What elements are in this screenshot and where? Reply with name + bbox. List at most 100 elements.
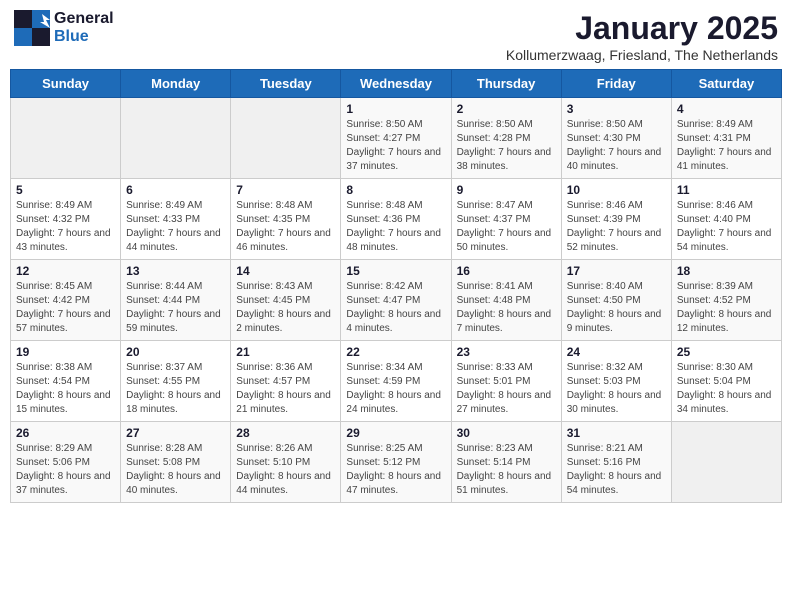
day-number: 22 xyxy=(346,345,445,359)
header-cell-tuesday: Tuesday xyxy=(231,70,341,98)
day-cell: 27 Sunrise: 8:28 AMSunset: 5:08 PMDayligh… xyxy=(121,422,231,503)
week-row-3: 12 Sunrise: 8:45 AMSunset: 4:42 PMDayligh… xyxy=(11,260,782,341)
day-cell: 20 Sunrise: 8:37 AMSunset: 4:55 PMDayligh… xyxy=(121,341,231,422)
day-info: Sunrise: 8:40 AMSunset: 4:50 PMDaylight:… xyxy=(567,280,666,336)
day-cell: 3 Sunrise: 8:50 AMSunset: 4:30 PMDaylight… xyxy=(561,98,671,179)
day-info: Sunrise: 8:50 AMSunset: 4:28 PMDaylight:… xyxy=(457,118,556,174)
day-info: Sunrise: 8:30 AMSunset: 5:04 PMDaylight:… xyxy=(677,361,776,417)
day-number: 17 xyxy=(567,264,666,278)
day-cell: 2 Sunrise: 8:50 AMSunset: 4:28 PMDaylight… xyxy=(451,98,561,179)
day-number: 9 xyxy=(457,183,556,197)
day-info: Sunrise: 8:32 AMSunset: 5:03 PMDaylight:… xyxy=(567,361,666,417)
day-number: 21 xyxy=(236,345,335,359)
day-cell xyxy=(121,98,231,179)
day-cell: 23Sunrise: 8:33 AMSunset: 5:01 PMDayligh… xyxy=(451,341,561,422)
day-info: Sunrise: 8:46 AMSunset: 4:40 PMDaylight:… xyxy=(677,199,776,255)
calendar-table: SundayMondayTuesdayWednesdayThursdayFrid… xyxy=(10,69,782,503)
page-header: General Blue January 2025 Kollumerzwaag,… xyxy=(10,10,782,63)
logo: General Blue xyxy=(14,10,114,46)
day-cell: 31 Sunrise: 8:21 AMSunset: 5:16 PMDayligh… xyxy=(561,422,671,503)
day-info: Sunrise: 8:48 AMSunset: 4:35 PMDaylight:… xyxy=(236,199,335,255)
day-info: Sunrise: 8:47 AMSunset: 4:37 PMDaylight:… xyxy=(457,199,556,255)
day-info: Sunrise: 8:45 AMSunset: 4:42 PMDaylight:… xyxy=(16,280,115,336)
day-info: Sunrise: 8:36 AMSunset: 4:57 PMDaylight:… xyxy=(236,361,335,417)
day-cell: 26Sunrise: 8:29 AMSunset: 5:06 PMDayligh… xyxy=(11,422,121,503)
day-cell: 21 Sunrise: 8:36 AMSunset: 4:57 PMDayligh… xyxy=(231,341,341,422)
location-subtitle: Kollumerzwaag, Friesland, The Netherland… xyxy=(506,47,778,63)
day-cell xyxy=(11,98,121,179)
day-number: 24 xyxy=(567,345,666,359)
day-info: Sunrise: 8:50 AMSunset: 4:27 PMDaylight:… xyxy=(346,118,445,174)
day-info: Sunrise: 8:34 AMSunset: 4:59 PMDaylight:… xyxy=(346,361,445,417)
day-info: Sunrise: 8:39 AMSunset: 4:52 PMDaylight:… xyxy=(677,280,776,336)
day-number: 6 xyxy=(126,183,225,197)
day-info: Sunrise: 8:48 AMSunset: 4:36 PMDaylight:… xyxy=(346,199,445,255)
day-info: Sunrise: 8:28 AMSunset: 5:08 PMDaylight:… xyxy=(126,442,225,498)
day-info: Sunrise: 8:21 AMSunset: 5:16 PMDaylight:… xyxy=(567,442,666,498)
day-info: Sunrise: 8:50 AMSunset: 4:30 PMDaylight:… xyxy=(567,118,666,174)
day-cell: 13Sunrise: 8:44 AMSunset: 4:44 PMDayligh… xyxy=(121,260,231,341)
day-cell: 4Sunrise: 8:49 AMSunset: 4:31 PMDaylight… xyxy=(671,98,781,179)
day-info: Sunrise: 8:49 AMSunset: 4:31 PMDaylight:… xyxy=(677,118,776,174)
day-number: 16 xyxy=(457,264,556,278)
day-number: 25 xyxy=(677,345,776,359)
calendar-body: 1Sunrise: 8:50 AMSunset: 4:27 PMDaylight… xyxy=(11,98,782,503)
day-info: Sunrise: 8:46 AMSunset: 4:39 PMDaylight:… xyxy=(567,199,666,255)
day-info: Sunrise: 8:37 AMSunset: 4:55 PMDaylight:… xyxy=(126,361,225,417)
logo-general: General xyxy=(54,10,114,28)
header-cell-friday: Friday xyxy=(561,70,671,98)
day-info: Sunrise: 8:23 AMSunset: 5:14 PMDaylight:… xyxy=(457,442,556,498)
day-cell: 11 Sunrise: 8:46 AMSunset: 4:40 PMDayligh… xyxy=(671,179,781,260)
day-number: 3 xyxy=(567,102,666,116)
day-info: Sunrise: 8:42 AMSunset: 4:47 PMDaylight:… xyxy=(346,280,445,336)
day-number: 2 xyxy=(457,102,556,116)
day-cell: 16 Sunrise: 8:41 AMSunset: 4:48 PMDayligh… xyxy=(451,260,561,341)
day-number: 11 xyxy=(677,183,776,197)
day-number: 20 xyxy=(126,345,225,359)
day-number: 7 xyxy=(236,183,335,197)
day-cell: 22 Sunrise: 8:34 AMSunset: 4:59 PMDayligh… xyxy=(341,341,451,422)
day-cell: 15Sunrise: 8:42 AMSunset: 4:47 PMDayligh… xyxy=(341,260,451,341)
title-block: January 2025 Kollumerzwaag, Friesland, T… xyxy=(506,10,778,63)
header-cell-saturday: Saturday xyxy=(671,70,781,98)
day-cell: 14Sunrise: 8:43 AMSunset: 4:45 PMDayligh… xyxy=(231,260,341,341)
day-info: Sunrise: 8:25 AMSunset: 5:12 PMDaylight:… xyxy=(346,442,445,498)
header-row: SundayMondayTuesdayWednesdayThursdayFrid… xyxy=(11,70,782,98)
day-cell: 24 Sunrise: 8:32 AMSunset: 5:03 PMDayligh… xyxy=(561,341,671,422)
week-row-1: 1Sunrise: 8:50 AMSunset: 4:27 PMDaylight… xyxy=(11,98,782,179)
day-cell: 5Sunrise: 8:49 AMSunset: 4:32 PMDaylight… xyxy=(11,179,121,260)
logo-blue: Blue xyxy=(54,28,114,46)
header-cell-sunday: Sunday xyxy=(11,70,121,98)
week-row-2: 5Sunrise: 8:49 AMSunset: 4:32 PMDaylight… xyxy=(11,179,782,260)
day-info: Sunrise: 8:49 AMSunset: 4:33 PMDaylight:… xyxy=(126,199,225,255)
day-cell: 10Sunrise: 8:46 AMSunset: 4:39 PMDayligh… xyxy=(561,179,671,260)
header-cell-thursday: Thursday xyxy=(451,70,561,98)
day-cell: 29 Sunrise: 8:25 AMSunset: 5:12 PMDayligh… xyxy=(341,422,451,503)
day-number: 8 xyxy=(346,183,445,197)
day-number: 31 xyxy=(567,426,666,440)
calendar-header: SundayMondayTuesdayWednesdayThursdayFrid… xyxy=(11,70,782,98)
day-cell: 7 Sunrise: 8:48 AMSunset: 4:35 PMDaylight… xyxy=(231,179,341,260)
day-cell: 12 Sunrise: 8:45 AMSunset: 4:42 PMDayligh… xyxy=(11,260,121,341)
day-cell xyxy=(231,98,341,179)
day-number: 19 xyxy=(16,345,115,359)
day-cell: 19Sunrise: 8:38 AMSunset: 4:54 PMDayligh… xyxy=(11,341,121,422)
day-cell: 17 Sunrise: 8:40 AMSunset: 4:50 PMDayligh… xyxy=(561,260,671,341)
header-cell-monday: Monday xyxy=(121,70,231,98)
day-cell: 25 Sunrise: 8:30 AMSunset: 5:04 PMDayligh… xyxy=(671,341,781,422)
day-number: 27 xyxy=(126,426,225,440)
day-info: Sunrise: 8:26 AMSunset: 5:10 PMDaylight:… xyxy=(236,442,335,498)
day-number: 14 xyxy=(236,264,335,278)
day-number: 28 xyxy=(236,426,335,440)
day-number: 30 xyxy=(457,426,556,440)
day-cell: 18Sunrise: 8:39 AMSunset: 4:52 PMDayligh… xyxy=(671,260,781,341)
day-number: 26 xyxy=(16,426,115,440)
day-info: Sunrise: 8:41 AMSunset: 4:48 PMDaylight:… xyxy=(457,280,556,336)
day-info: Sunrise: 8:49 AMSunset: 4:32 PMDaylight:… xyxy=(16,199,115,255)
week-row-5: 26Sunrise: 8:29 AMSunset: 5:06 PMDayligh… xyxy=(11,422,782,503)
day-number: 12 xyxy=(16,264,115,278)
month-title: January 2025 xyxy=(506,10,778,47)
day-cell: 1Sunrise: 8:50 AMSunset: 4:27 PMDaylight… xyxy=(341,98,451,179)
day-cell: 8 Sunrise: 8:48 AMSunset: 4:36 PMDaylight… xyxy=(341,179,451,260)
day-number: 29 xyxy=(346,426,445,440)
